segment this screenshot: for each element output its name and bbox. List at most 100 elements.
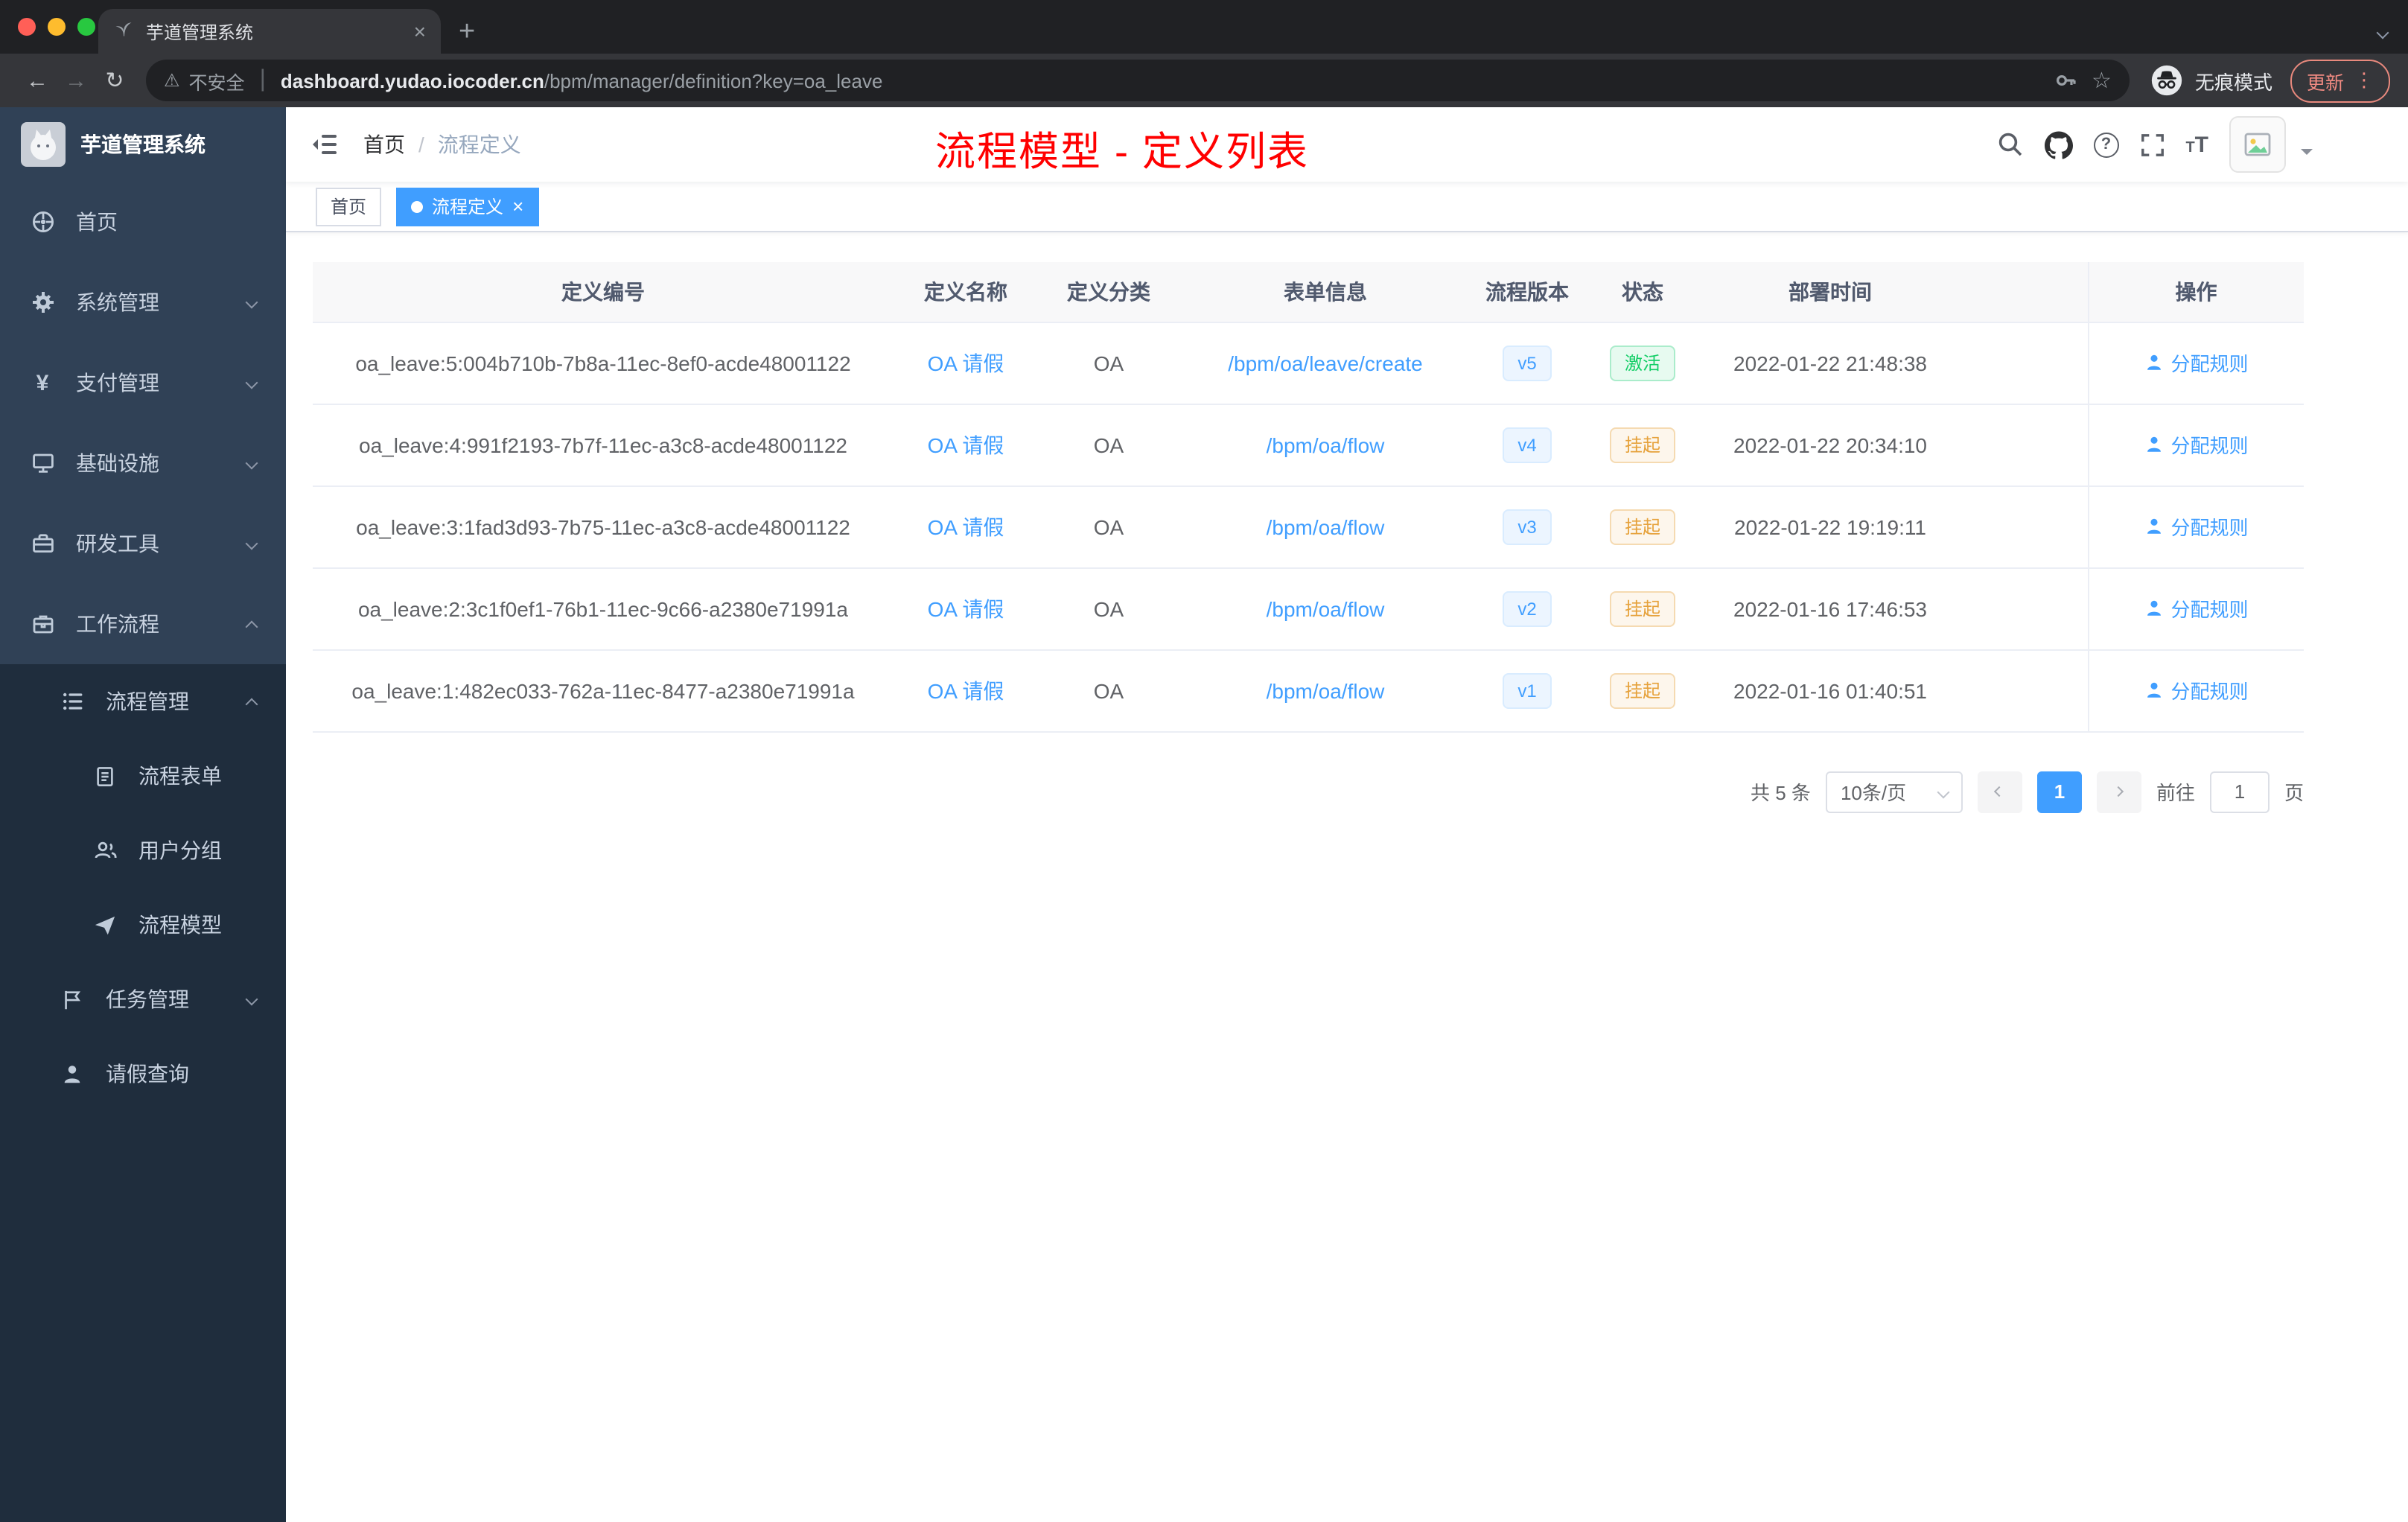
github-icon[interactable]: [2044, 130, 2073, 159]
pagination: 共 5 条 10条/页 1 前往 页: [313, 771, 2304, 812]
person-icon: [2147, 682, 2161, 698]
next-page-button[interactable]: [2096, 771, 2141, 812]
yen-icon: ¥: [36, 370, 49, 395]
column-form-info: 表单信息: [1179, 262, 1471, 322]
definition-name-link[interactable]: OA 请假: [928, 433, 1004, 456]
minimize-window-button[interactable]: [48, 18, 66, 36]
chevron-down-icon: [245, 376, 258, 389]
document-icon: [92, 765, 118, 787]
table-row: oa_leave:2:3c1f0ef1-76b1-11ec-9c66-a2380…: [313, 567, 2304, 650]
font-size-icon[interactable]: TT: [2185, 132, 2208, 157]
address-bar[interactable]: ⚠ 不安全 | dashboard.yudao.iocoder.cn/bpm/m…: [146, 60, 2130, 101]
new-tab-button[interactable]: +: [459, 18, 475, 46]
sidebar-item-user-group[interactable]: 用户分组: [0, 813, 286, 888]
list-icon: [60, 690, 85, 713]
table-row: oa_leave:1:482ec033-762a-11ec-8477-a2380…: [313, 649, 2304, 732]
reload-icon[interactable]: ↻: [95, 67, 134, 94]
toolbox-icon: [30, 532, 55, 555]
person-icon: [2147, 600, 2161, 616]
prev-page-button[interactable]: [1977, 771, 2022, 812]
sidebar-item-payment[interactable]: ¥ 支付管理: [0, 343, 286, 423]
incognito-icon: [2151, 65, 2182, 96]
sidebar-item-process-model[interactable]: 流程模型: [0, 888, 286, 962]
sidebar-item-home[interactable]: 首页: [0, 182, 286, 262]
form-info-link[interactable]: /bpm/oa/flow: [1267, 596, 1385, 620]
definition-name-link[interactable]: OA 请假: [928, 678, 1004, 702]
column-definition-id: 定义编号: [313, 262, 894, 322]
hamburger-icon[interactable]: [310, 130, 340, 159]
definition-name-link[interactable]: OA 请假: [928, 351, 1004, 375]
url-path: /bpm/manager/definition?key=oa_leave: [544, 69, 883, 92]
chevron-up-icon: [245, 698, 258, 711]
back-icon[interactable]: ←: [18, 68, 57, 93]
browser-tab[interactable]: 芋道管理系统 ×: [98, 9, 441, 54]
sidebar-item-workflow[interactable]: 工作流程: [0, 584, 286, 664]
window-controls: [18, 18, 95, 36]
search-icon[interactable]: [1996, 131, 2023, 158]
page-size-select[interactable]: 10条/页: [1825, 771, 1963, 812]
cell-deploy-time: 2022-01-22 20:34:10: [1702, 404, 1958, 486]
page-unit-label: 页: [2284, 782, 2304, 804]
tab-search-icon[interactable]: [2376, 18, 2389, 45]
sidebar-item-infra[interactable]: 基础设施: [0, 423, 286, 503]
goto-page-input[interactable]: [2209, 771, 2270, 812]
assign-rule-button[interactable]: 分配规则: [2144, 512, 2249, 541]
breadcrumb: 首页 / 流程定义: [363, 130, 521, 159]
close-tab-icon[interactable]: ×: [414, 21, 426, 42]
column-spacer: [1958, 262, 2088, 322]
assign-rule-button[interactable]: 分配规则: [2144, 676, 2249, 704]
sidebar-item-task-management[interactable]: 任务管理: [0, 962, 286, 1037]
pagination-total: 共 5 条: [1751, 782, 1811, 804]
form-info-link[interactable]: /bpm/oa/flow: [1267, 678, 1385, 702]
form-info-link[interactable]: /bpm/oa/leave/create: [1228, 351, 1423, 375]
sidebar-item-devtools[interactable]: 研发工具: [0, 503, 286, 584]
form-info-link[interactable]: /bpm/oa/flow: [1267, 515, 1385, 538]
column-process-version: 流程版本: [1471, 262, 1583, 322]
table-header-row: 定义编号 定义名称 定义分类 表单信息 流程版本 状态 部署时间 操作: [313, 262, 2304, 322]
version-badge: v5: [1503, 345, 1552, 380]
form-info-link[interactable]: /bpm/oa/flow: [1267, 433, 1385, 456]
definition-name-link[interactable]: OA 请假: [928, 515, 1004, 538]
help-icon[interactable]: ?: [2093, 132, 2119, 157]
status-badge: 挂起: [1609, 590, 1675, 626]
definition-name-link[interactable]: OA 请假: [928, 596, 1004, 620]
sidebar-item-process-management[interactable]: 流程管理: [0, 664, 286, 739]
tag-home[interactable]: 首页: [316, 187, 382, 226]
assign-rule-button[interactable]: 分配规则: [2144, 430, 2249, 459]
close-icon[interactable]: ×: [512, 197, 523, 216]
assign-rule-button[interactable]: 分配规则: [2144, 594, 2249, 623]
table-row: oa_leave:3:1fad3d93-7b75-11ec-a3c8-acde4…: [313, 485, 2304, 568]
person-icon: [2147, 518, 2161, 534]
update-button[interactable]: 更新 ⋮: [2290, 59, 2390, 102]
breadcrumb-home[interactable]: 首页: [363, 130, 405, 159]
browser-menu-icon[interactable]: ⋮: [2354, 69, 2374, 92]
incognito-label: 无痕模式: [2194, 71, 2272, 93]
definition-table: 定义编号 定义名称 定义分类 表单信息 流程版本 状态 部署时间 操作 oa_l…: [313, 262, 2304, 732]
bookmark-star-icon[interactable]: ☆: [2092, 67, 2112, 94]
briefcase-icon: [30, 612, 55, 636]
sidebar-item-process-form[interactable]: 流程表单: [0, 739, 286, 813]
key-icon[interactable]: [2053, 69, 2077, 92]
close-window-button[interactable]: [18, 18, 36, 36]
assign-rule-button[interactable]: 分配规则: [2144, 348, 2249, 377]
page-1-button[interactable]: 1: [2036, 771, 2082, 812]
status-badge: 挂起: [1609, 509, 1675, 544]
sidebar-logo[interactable]: 芋道管理系统: [0, 107, 286, 182]
maximize-window-button[interactable]: [77, 18, 95, 36]
status-badge: 挂起: [1609, 672, 1675, 708]
breadcrumb-separator: /: [418, 133, 424, 156]
chevron-down-icon[interactable]: [2301, 149, 2313, 161]
chevron-down-icon: [245, 456, 258, 470]
version-badge: v3: [1503, 509, 1552, 544]
avatar[interactable]: [2229, 116, 2286, 173]
cell-definition-id: oa_leave:3:1fad3d93-7b75-11ec-a3c8-acde4…: [313, 485, 894, 568]
column-deploy-time: 部署时间: [1702, 262, 1958, 322]
sidebar-item-leave-query[interactable]: 请假查询: [0, 1037, 286, 1111]
forward-icon[interactable]: →: [57, 68, 95, 93]
fullscreen-icon[interactable]: [2139, 132, 2165, 157]
tag-process-definition[interactable]: 流程定义 ×: [396, 187, 539, 226]
version-badge: v2: [1503, 590, 1552, 626]
person-icon: [60, 1063, 85, 1085]
sidebar-item-system[interactable]: 系统管理: [0, 262, 286, 343]
screen: 芋道管理系统 × + ← → ↻ ⚠ 不安全 | dashboard.yudao…: [0, 0, 2408, 1522]
